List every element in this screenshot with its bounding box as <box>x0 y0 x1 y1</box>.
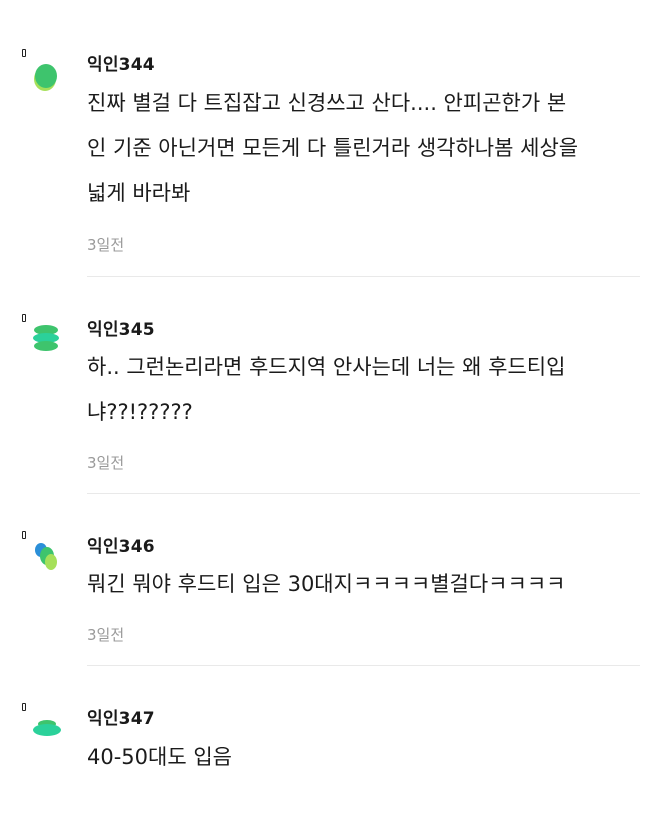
avatar[interactable] <box>30 714 64 748</box>
comment-timestamp: 3일전 <box>87 236 125 254</box>
comment-text-line: 40-50대도 입음 <box>87 745 232 769</box>
comment-text-line: 진짜 별걸 다 트집잡고 신경쓰고 산다.... 안피곤한가 본 <box>87 91 567 115</box>
comment-text: 뭐긴 뭐야 후드티 입은 30대지ㅋㅋㅋㅋ별걸다ㅋㅋㅋㅋ <box>87 562 647 607</box>
avatar[interactable] <box>30 58 64 92</box>
comment-timestamp: 3일전 <box>87 454 125 472</box>
comment-text-line: 하.. 그런논리라면 후드지역 안사는데 너는 왜 후드티입 <box>87 355 566 379</box>
comment-author[interactable]: 익인344 <box>87 50 155 75</box>
marker-icon <box>22 314 26 322</box>
comment-item: 익인344 진짜 별걸 다 트집잡고 신경쓰고 산다.... 안피곤한가 본 인… <box>0 0 658 278</box>
green-blob-icon <box>34 64 57 91</box>
green-disc-icon <box>33 720 61 736</box>
comment-timestamp: 3일전 <box>87 626 125 644</box>
divider <box>87 276 640 277</box>
comment-item: 익인347 40-50대도 입음 <box>0 666 658 822</box>
comment-author[interactable]: 익인345 <box>87 315 155 340</box>
comment-text: 하.. 그런논리라면 후드지역 안사는데 너는 왜 후드티입 냐??!????? <box>87 345 647 435</box>
marker-icon <box>22 703 26 711</box>
comment-text-line: 인 기준 아닌거면 모든게 다 틀린거라 생각하나봄 세상을 <box>87 136 579 160</box>
marker-icon <box>22 49 26 57</box>
comment-text: 40-50대도 입음 <box>87 735 647 780</box>
comment-author[interactable]: 익인347 <box>87 704 155 729</box>
avatar[interactable] <box>30 322 64 356</box>
comment-text-line: 넓게 바라봐 <box>87 181 191 205</box>
comment-text: 진짜 별걸 다 트집잡고 신경쓰고 산다.... 안피곤한가 본 인 기준 아닌… <box>87 81 647 216</box>
comment-text-line: 뭐긴 뭐야 후드티 입은 30대지ㅋㅋㅋㅋ별걸다ㅋㅋㅋㅋ <box>87 572 566 596</box>
comment-item: 익인346 뭐긴 뭐야 후드티 입은 30대지ㅋㅋㅋㅋ별걸다ㅋㅋㅋㅋ 3일전 <box>0 494 658 666</box>
green-stack-icon <box>33 325 59 351</box>
green-blue-bubbles-icon <box>35 543 57 570</box>
avatar[interactable] <box>30 540 64 574</box>
marker-icon <box>22 531 26 539</box>
comment-author[interactable]: 익인346 <box>87 532 155 557</box>
comment-text-line: 냐??!????? <box>87 400 193 424</box>
comment-item: 익인345 하.. 그런논리라면 후드지역 안사는데 너는 왜 후드티입 냐??… <box>0 278 658 494</box>
